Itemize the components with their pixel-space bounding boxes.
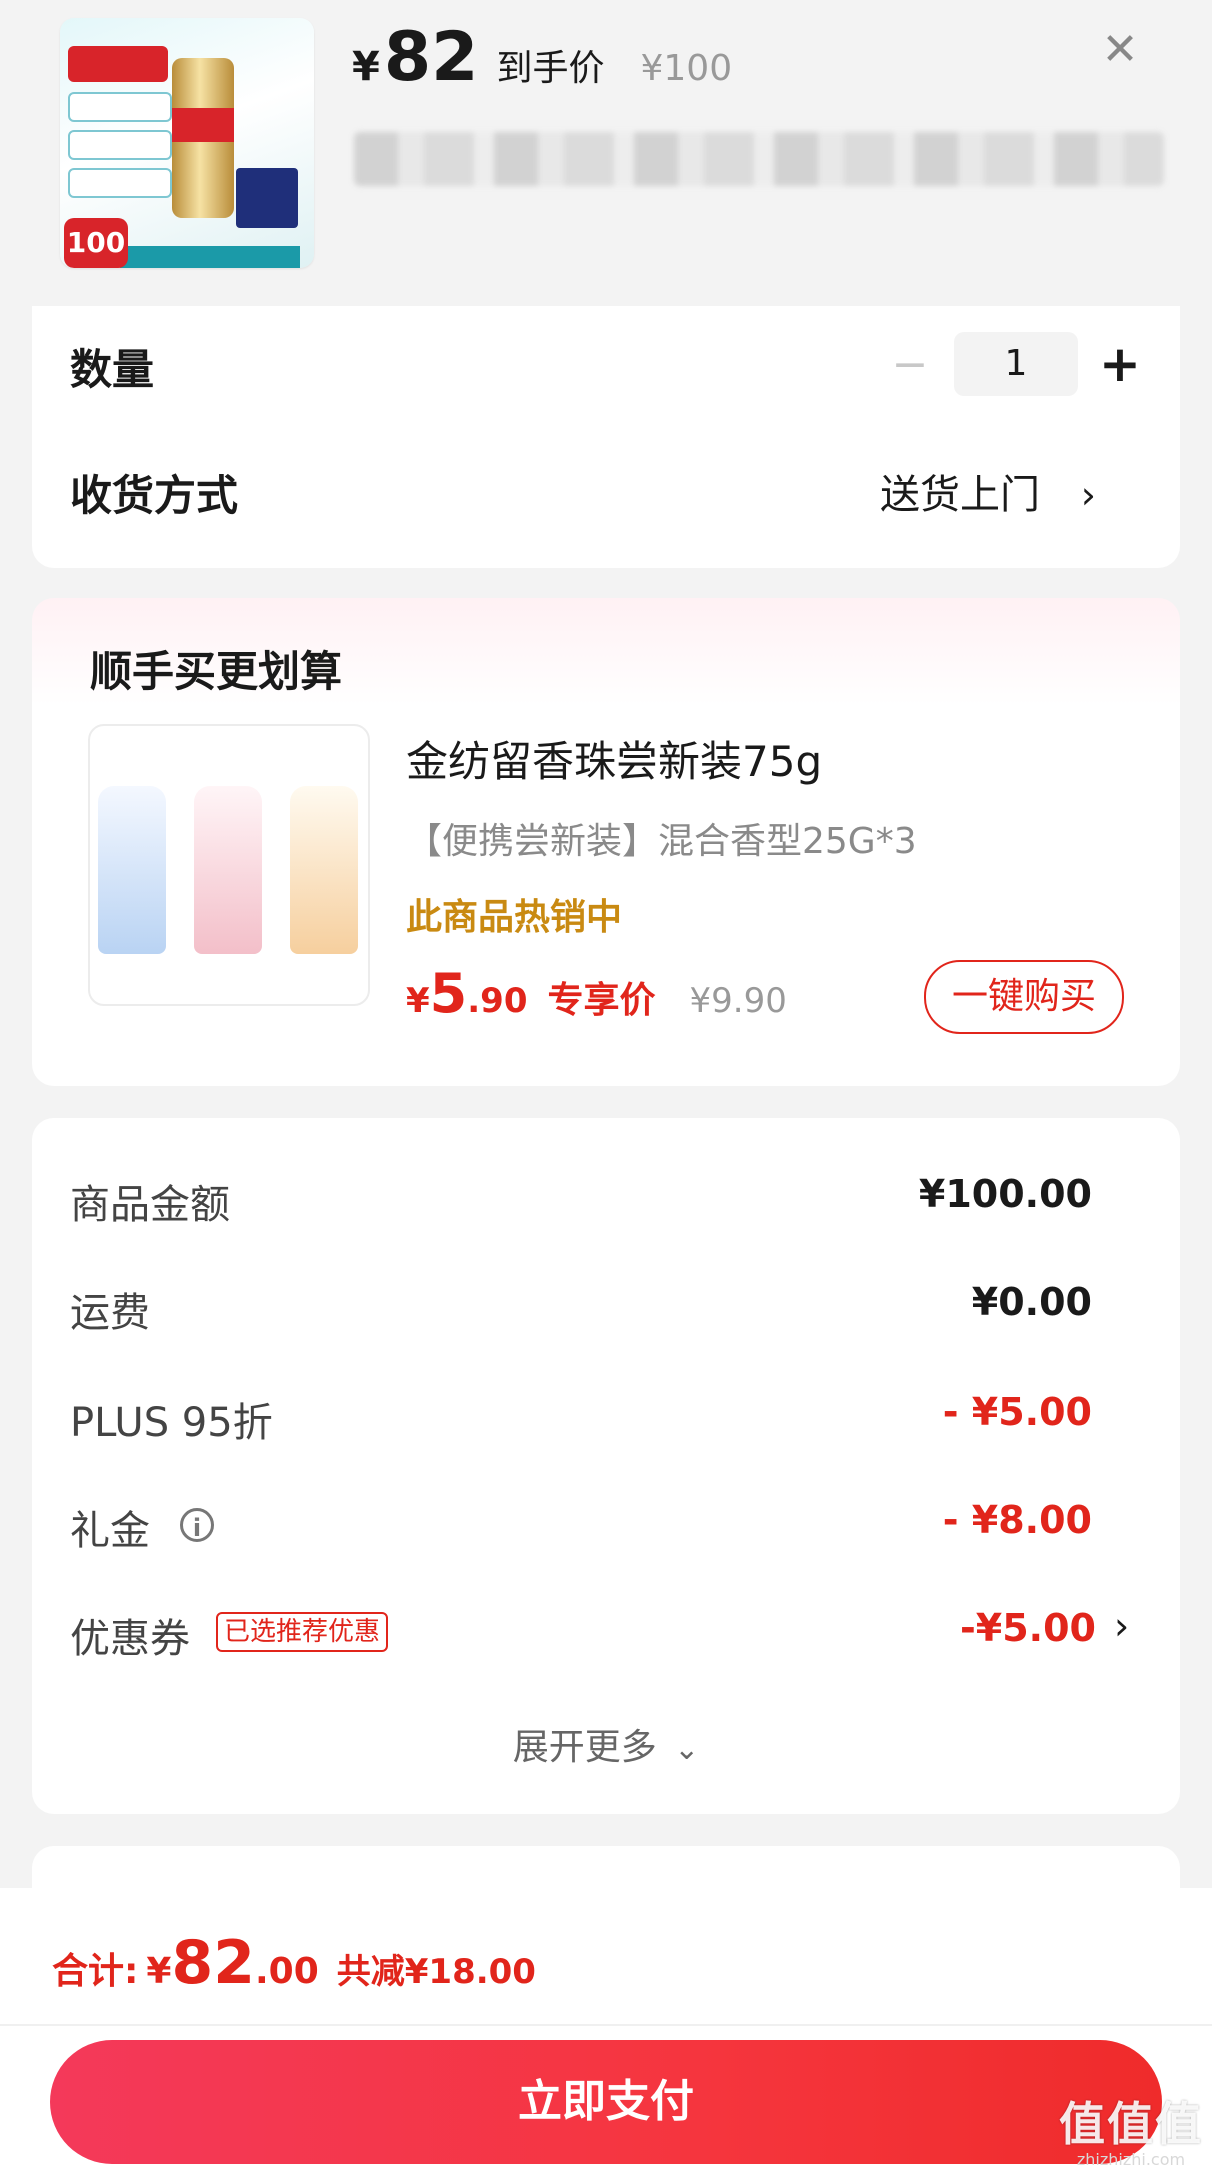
close-icon[interactable]: ✕ [1096, 26, 1144, 74]
blurred-product-title [354, 132, 1164, 186]
delivery-value: 送货上门 [880, 472, 1040, 518]
summary-discount-value: - ¥8.00 [942, 1498, 1092, 1542]
summary-label: 运费 [70, 1290, 150, 1336]
summary-label: PLUS 95折 [70, 1400, 273, 1446]
product-thumbnail[interactable]: 100 [60, 18, 314, 268]
total-summary: 合计: ¥ 82 .00 共减¥18.00 [52, 1928, 536, 1998]
pay-now-button[interactable]: 立即支付 [50, 2040, 1162, 2164]
upsell-title: 顺手买更划算 [90, 647, 343, 696]
total-dec: .00 [254, 1951, 319, 1992]
total-saved: 共减¥18.00 [336, 1952, 536, 1992]
total-label: 合计: [52, 1951, 139, 1992]
upsell-hot-tag: 此商品热销中 [406, 897, 623, 938]
pouch-blue-image [98, 786, 166, 954]
final-price: ¥ 82 到手价 ¥100 [352, 18, 733, 97]
gift-box-image [236, 168, 298, 228]
expand-more-button[interactable]: 展开更多 ⌄ [0, 1718, 1212, 1770]
one-click-buy-button[interactable]: 一键购买 [924, 960, 1124, 1034]
promo-row [68, 168, 172, 198]
upsell-price-int: 5 [429, 962, 468, 1025]
price-value: 82 [383, 18, 479, 97]
delivery-selector[interactable]: 送货上门 › [880, 462, 1096, 520]
pouch-pink-image [194, 786, 262, 954]
recommended-coupon-badge: 已选推荐优惠 [216, 1612, 389, 1652]
quantity-minus-button[interactable]: − [880, 342, 940, 388]
price-label: 到手价 [496, 48, 605, 89]
summary-discount-value: - ¥5.00 [942, 1390, 1092, 1434]
total-int: 82 [171, 1928, 255, 1998]
chevron-right-icon[interactable]: › [1114, 1604, 1129, 1648]
upsell-product-image[interactable] [88, 724, 370, 1006]
promo-strip [120, 246, 300, 268]
expand-more-label: 展开更多 [512, 1727, 657, 1768]
upsell-product-desc: 【便携尝新装】混合香型25G*3 [406, 821, 917, 862]
coupon-value[interactable]: -¥5.00 [780, 1606, 1096, 1650]
quantity-plus-button[interactable]: + [1090, 334, 1150, 394]
beer-can-image [172, 58, 234, 218]
summary-value: ¥0.00 [971, 1280, 1092, 1324]
coupon-label: 优惠券 [70, 1616, 190, 1662]
pouch-orange-image [290, 786, 358, 954]
watermark-brand: 值值值 [1059, 2097, 1203, 2151]
upsell-product-name[interactable]: 金纺留香珠尝新装75g [406, 728, 822, 789]
summary-value: ¥100.00 [918, 1172, 1092, 1216]
info-icon[interactable]: i [180, 1508, 214, 1542]
chevron-right-icon: › [1080, 473, 1096, 517]
watermark: 值值值 zhizhizhi.com [1056, 2088, 1206, 2169]
upsell-price-tag: 专享价 [547, 980, 656, 1021]
upsell-original-price: ¥9.90 [689, 981, 787, 1021]
summary-label: 商品金额 [70, 1182, 230, 1228]
upsell-price: ¥ 5 .90 专享价 ¥9.90 [406, 962, 787, 1025]
price-symbol: ¥ [352, 44, 380, 90]
coupon-badge: 100 [64, 218, 128, 268]
quantity-label: 数量 [70, 345, 155, 394]
delivery-label: 收货方式 [70, 471, 239, 520]
upsell-price-dec: .90 [467, 981, 528, 1021]
quantity-input[interactable]: 1 [954, 332, 1078, 396]
upsell-price-symbol: ¥ [406, 981, 430, 1021]
promo-row [68, 92, 172, 122]
original-price: ¥100 [640, 48, 733, 89]
promo-banner [68, 46, 168, 82]
summary-label: 礼金 [70, 1508, 150, 1554]
promo-row [68, 130, 172, 160]
divider [0, 2024, 1212, 2026]
chevron-down-icon: ⌄ [674, 1732, 700, 1767]
total-symbol: ¥ [146, 1951, 172, 1992]
watermark-site: zhizhizhi.com [1076, 2150, 1186, 2169]
